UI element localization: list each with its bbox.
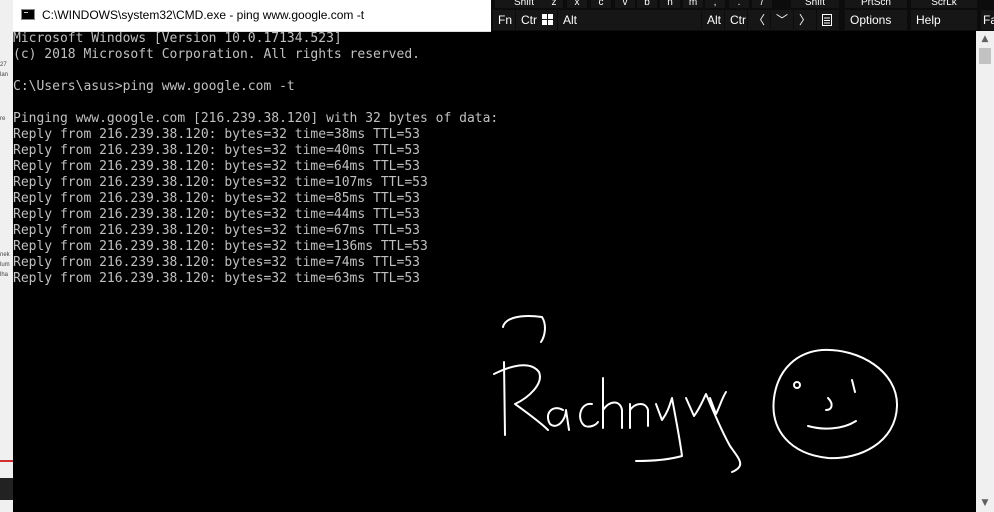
key-n[interactable]: n [660,0,680,8]
drawing-stroke [635,397,683,462]
key-alt-left[interactable]: Alt [558,10,701,30]
help-button[interactable]: Help [911,10,977,30]
left-arrow-icon[interactable]: 〈 [748,10,770,30]
smiley-face-outline [772,348,899,460]
key-alt-right[interactable]: Alt [702,10,724,30]
drawing-stroke [546,407,570,431]
key-ctrl-left[interactable]: Ctr [516,10,538,30]
options-button[interactable]: Options [845,10,907,30]
key-slash[interactable]: / [752,0,772,8]
right-arrow-icon[interactable]: 〉 [794,10,816,30]
drawing-stroke [493,364,549,431]
drawing-stroke [502,315,546,343]
drawing-stroke [579,402,599,428]
key-scrlk[interactable]: ScrLk [911,0,977,8]
down-arrow-icon[interactable]: ﹀ [771,10,793,30]
key-b[interactable]: b [637,0,657,8]
handwritten-drawing [493,315,899,473]
smiley-nose [825,397,833,411]
smiley-eye-left [793,381,801,389]
key-fn[interactable]: Fn [493,10,515,30]
key-x[interactable]: x [567,0,587,8]
windows-logo-icon [542,14,553,25]
drawing-stroke [629,403,649,429]
drawing-stroke [503,361,506,436]
key-windows[interactable] [537,10,557,30]
smiley-mouth [807,420,857,430]
key-ctrl-right[interactable]: Ctr [725,10,747,30]
key-m[interactable]: m [683,0,703,8]
key-shift-right[interactable]: Shift [791,0,839,8]
key-comma[interactable]: , [705,0,725,8]
key-menu[interactable] [817,10,839,30]
key-c[interactable]: c [591,0,611,8]
key-period[interactable]: . [729,0,749,8]
key-prtscn[interactable]: PrtScn [845,0,907,8]
fade-button[interactable]: Fa [981,10,994,30]
on-screen-keyboard[interactable]: Shift z x c v b n m , . / Shift PrtScn S… [491,0,994,31]
key-z[interactable]: z [545,0,563,8]
key-v[interactable]: v [615,0,635,8]
context-menu-icon [822,14,832,26]
smiley-eye-right [851,379,856,393]
drawing-stroke [602,377,623,429]
